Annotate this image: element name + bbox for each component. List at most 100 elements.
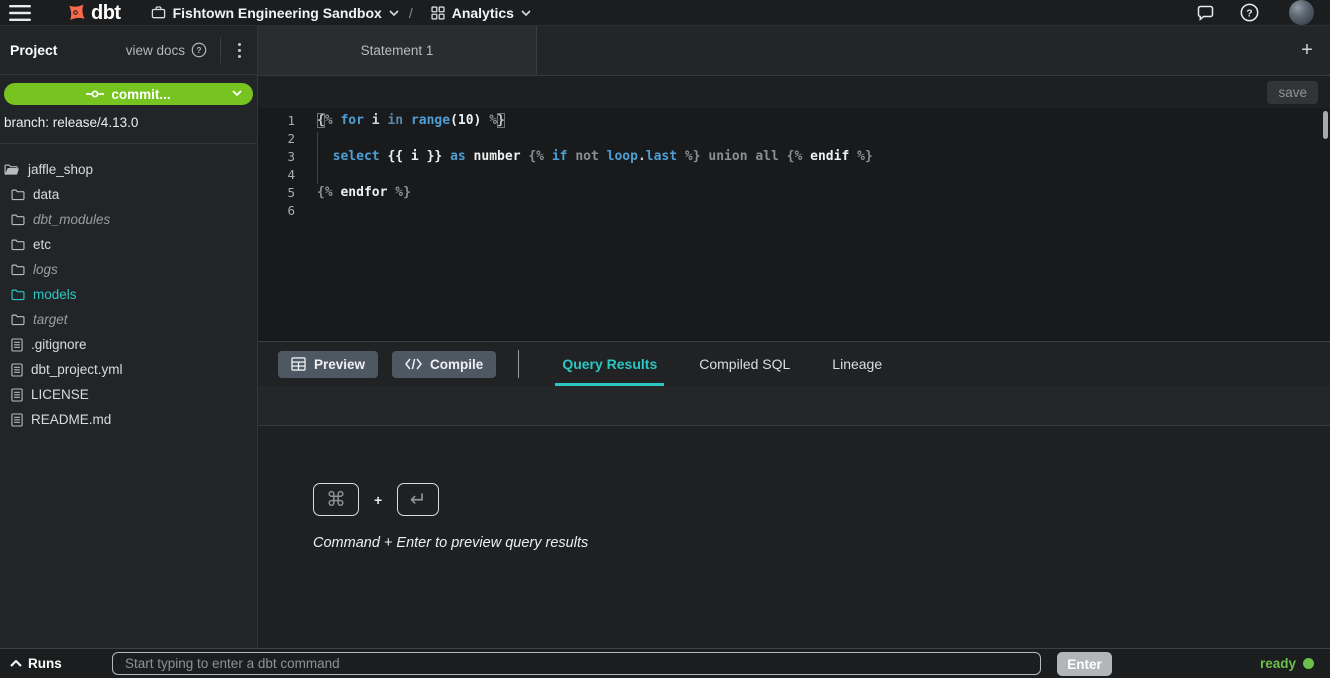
branch-label: branch: release/4.13.0 <box>0 105 257 144</box>
folder-icon <box>11 313 25 326</box>
editor-scrollbar-thumb[interactable] <box>1323 111 1328 139</box>
plus-separator: + <box>374 492 382 508</box>
grid-icon <box>431 6 445 20</box>
bottom-bar: Runs Enter ready <box>0 648 1330 678</box>
line-number: 6 <box>258 202 295 220</box>
code-line-2 <box>317 130 873 148</box>
tree-item-label: target <box>33 312 68 327</box>
tree-item--gitignore[interactable]: .gitignore <box>0 332 257 357</box>
preview-button-label: Preview <box>314 357 365 372</box>
results-header-strip <box>258 386 1330 426</box>
command-key-icon: ⌘ <box>313 483 359 516</box>
dbt-logo[interactable]: dbt <box>63 0 121 25</box>
commit-button-label: commit... <box>111 87 170 102</box>
tree-item-data[interactable]: data <box>0 182 257 207</box>
plus-icon: + <box>1301 39 1313 62</box>
main-area: Statement 1 + save 123456 {% for i in ra… <box>258 26 1330 648</box>
status-dot <box>1303 658 1314 669</box>
folder-icon <box>11 288 25 301</box>
line-number: 5 <box>258 184 295 202</box>
sidebar: Project view docs ? commit... branch: re… <box>0 26 258 648</box>
tree-item-label: LICENSE <box>31 387 89 402</box>
new-tab-button[interactable]: + <box>1292 26 1322 75</box>
tree-item-dbt-modules[interactable]: dbt_modules <box>0 207 257 232</box>
status-label: ready <box>1260 656 1296 671</box>
tree-item-models[interactable]: models <box>0 282 257 307</box>
tree-item-label: jaffle_shop <box>28 162 93 177</box>
tree-item-jaffle-shop[interactable]: jaffle_shop <box>0 157 257 182</box>
tree-item-etc[interactable]: etc <box>0 232 257 257</box>
help-icon[interactable]: ? <box>1240 3 1259 22</box>
view-docs-link[interactable]: view docs ? <box>126 42 207 58</box>
environment-switcher[interactable]: Analytics <box>431 5 531 21</box>
tree-item-license[interactable]: LICENSE <box>0 382 257 407</box>
tab-compiled-sql[interactable]: Compiled SQL <box>678 342 811 386</box>
tree-item-label: .gitignore <box>31 337 87 352</box>
project-header: Project view docs ? <box>0 26 257 75</box>
runs-label: Runs <box>28 656 62 671</box>
toolbar-divider <box>518 350 519 378</box>
folder-icon <box>11 188 25 201</box>
enter-button[interactable]: Enter <box>1057 652 1112 676</box>
file-icon <box>11 338 23 352</box>
runs-toggle[interactable]: Runs <box>10 649 62 678</box>
tree-item-readme-md[interactable]: README.md <box>0 407 257 432</box>
briefcase-icon <box>151 5 166 20</box>
tree-item-label: dbt_modules <box>33 212 110 227</box>
dbt-logo-icon <box>63 0 88 25</box>
hamburger-menu-icon[interactable] <box>9 5 31 21</box>
environment-name: Analytics <box>452 5 514 21</box>
tab-statement-1[interactable]: Statement 1 <box>258 26 537 75</box>
preview-button[interactable]: Preview <box>278 351 378 378</box>
file-tree: jaffle_shopdata dbt_modulesetc logs models t… <box>0 144 257 432</box>
project-switcher[interactable]: Fishtown Engineering Sandbox <box>151 5 399 21</box>
project-title: Project <box>10 42 126 58</box>
dbt-command-input[interactable] <box>112 652 1041 675</box>
tree-item-label: models <box>33 287 77 302</box>
line-number: 2 <box>258 130 295 148</box>
svg-text:?: ? <box>196 45 201 55</box>
header-divider <box>220 37 221 63</box>
save-button[interactable]: save <box>1267 81 1318 104</box>
table-icon <box>291 357 306 371</box>
code-content[interactable]: {% for i in range(10) %} select {{ i }} … <box>295 108 873 341</box>
kebab-menu-icon[interactable] <box>232 39 247 62</box>
line-number: 4 <box>258 166 295 184</box>
tab-query-results[interactable]: Query Results <box>541 342 678 386</box>
chevron-down-icon <box>389 10 399 16</box>
tree-item-dbt-project-yml[interactable]: dbt_project.yml <box>0 357 257 382</box>
folder-icon <box>11 263 25 276</box>
chevron-down-icon <box>521 10 531 16</box>
tree-item-target[interactable]: target <box>0 307 257 332</box>
commit-button[interactable]: commit... <box>4 83 253 105</box>
user-avatar[interactable] <box>1289 0 1314 25</box>
tree-item-label: dbt_project.yml <box>31 362 123 377</box>
editor-tab-bar: Statement 1 + <box>258 26 1330 76</box>
code-editor[interactable]: 123456 {% for i in range(10) %} select {… <box>258 108 1330 341</box>
file-icon <box>11 363 23 377</box>
results-content: ⌘ + ↵ Command + Enter to preview query r… <box>258 426 1330 648</box>
compile-button[interactable]: Compile <box>392 351 496 378</box>
editor-toolbar: save <box>258 76 1330 108</box>
question-circle-icon: ? <box>191 42 207 58</box>
folder-open-icon <box>4 163 20 176</box>
tab-lineage[interactable]: Lineage <box>811 342 903 386</box>
line-number-gutter: 123456 <box>258 108 295 341</box>
line-number: 1 <box>258 112 295 130</box>
compile-button-label: Compile <box>430 357 483 372</box>
chat-icon[interactable] <box>1197 5 1214 21</box>
view-docs-label: view docs <box>126 43 185 58</box>
folder-icon <box>11 213 25 226</box>
indent-guide <box>317 132 318 184</box>
chevron-down-icon <box>232 90 242 96</box>
tree-item-logs[interactable]: logs <box>0 257 257 282</box>
file-icon <box>11 388 23 402</box>
code-line-1: {% for i in range(10) %} <box>317 112 873 130</box>
chevron-up-icon <box>10 660 22 667</box>
tree-item-label: README.md <box>31 412 111 427</box>
tree-item-label: etc <box>33 237 51 252</box>
code-icon <box>405 358 422 370</box>
project-name: Fishtown Engineering Sandbox <box>173 5 382 21</box>
code-line-6 <box>317 202 873 220</box>
top-bar: dbt Fishtown Engineering Sandbox / Analy… <box>0 0 1330 26</box>
